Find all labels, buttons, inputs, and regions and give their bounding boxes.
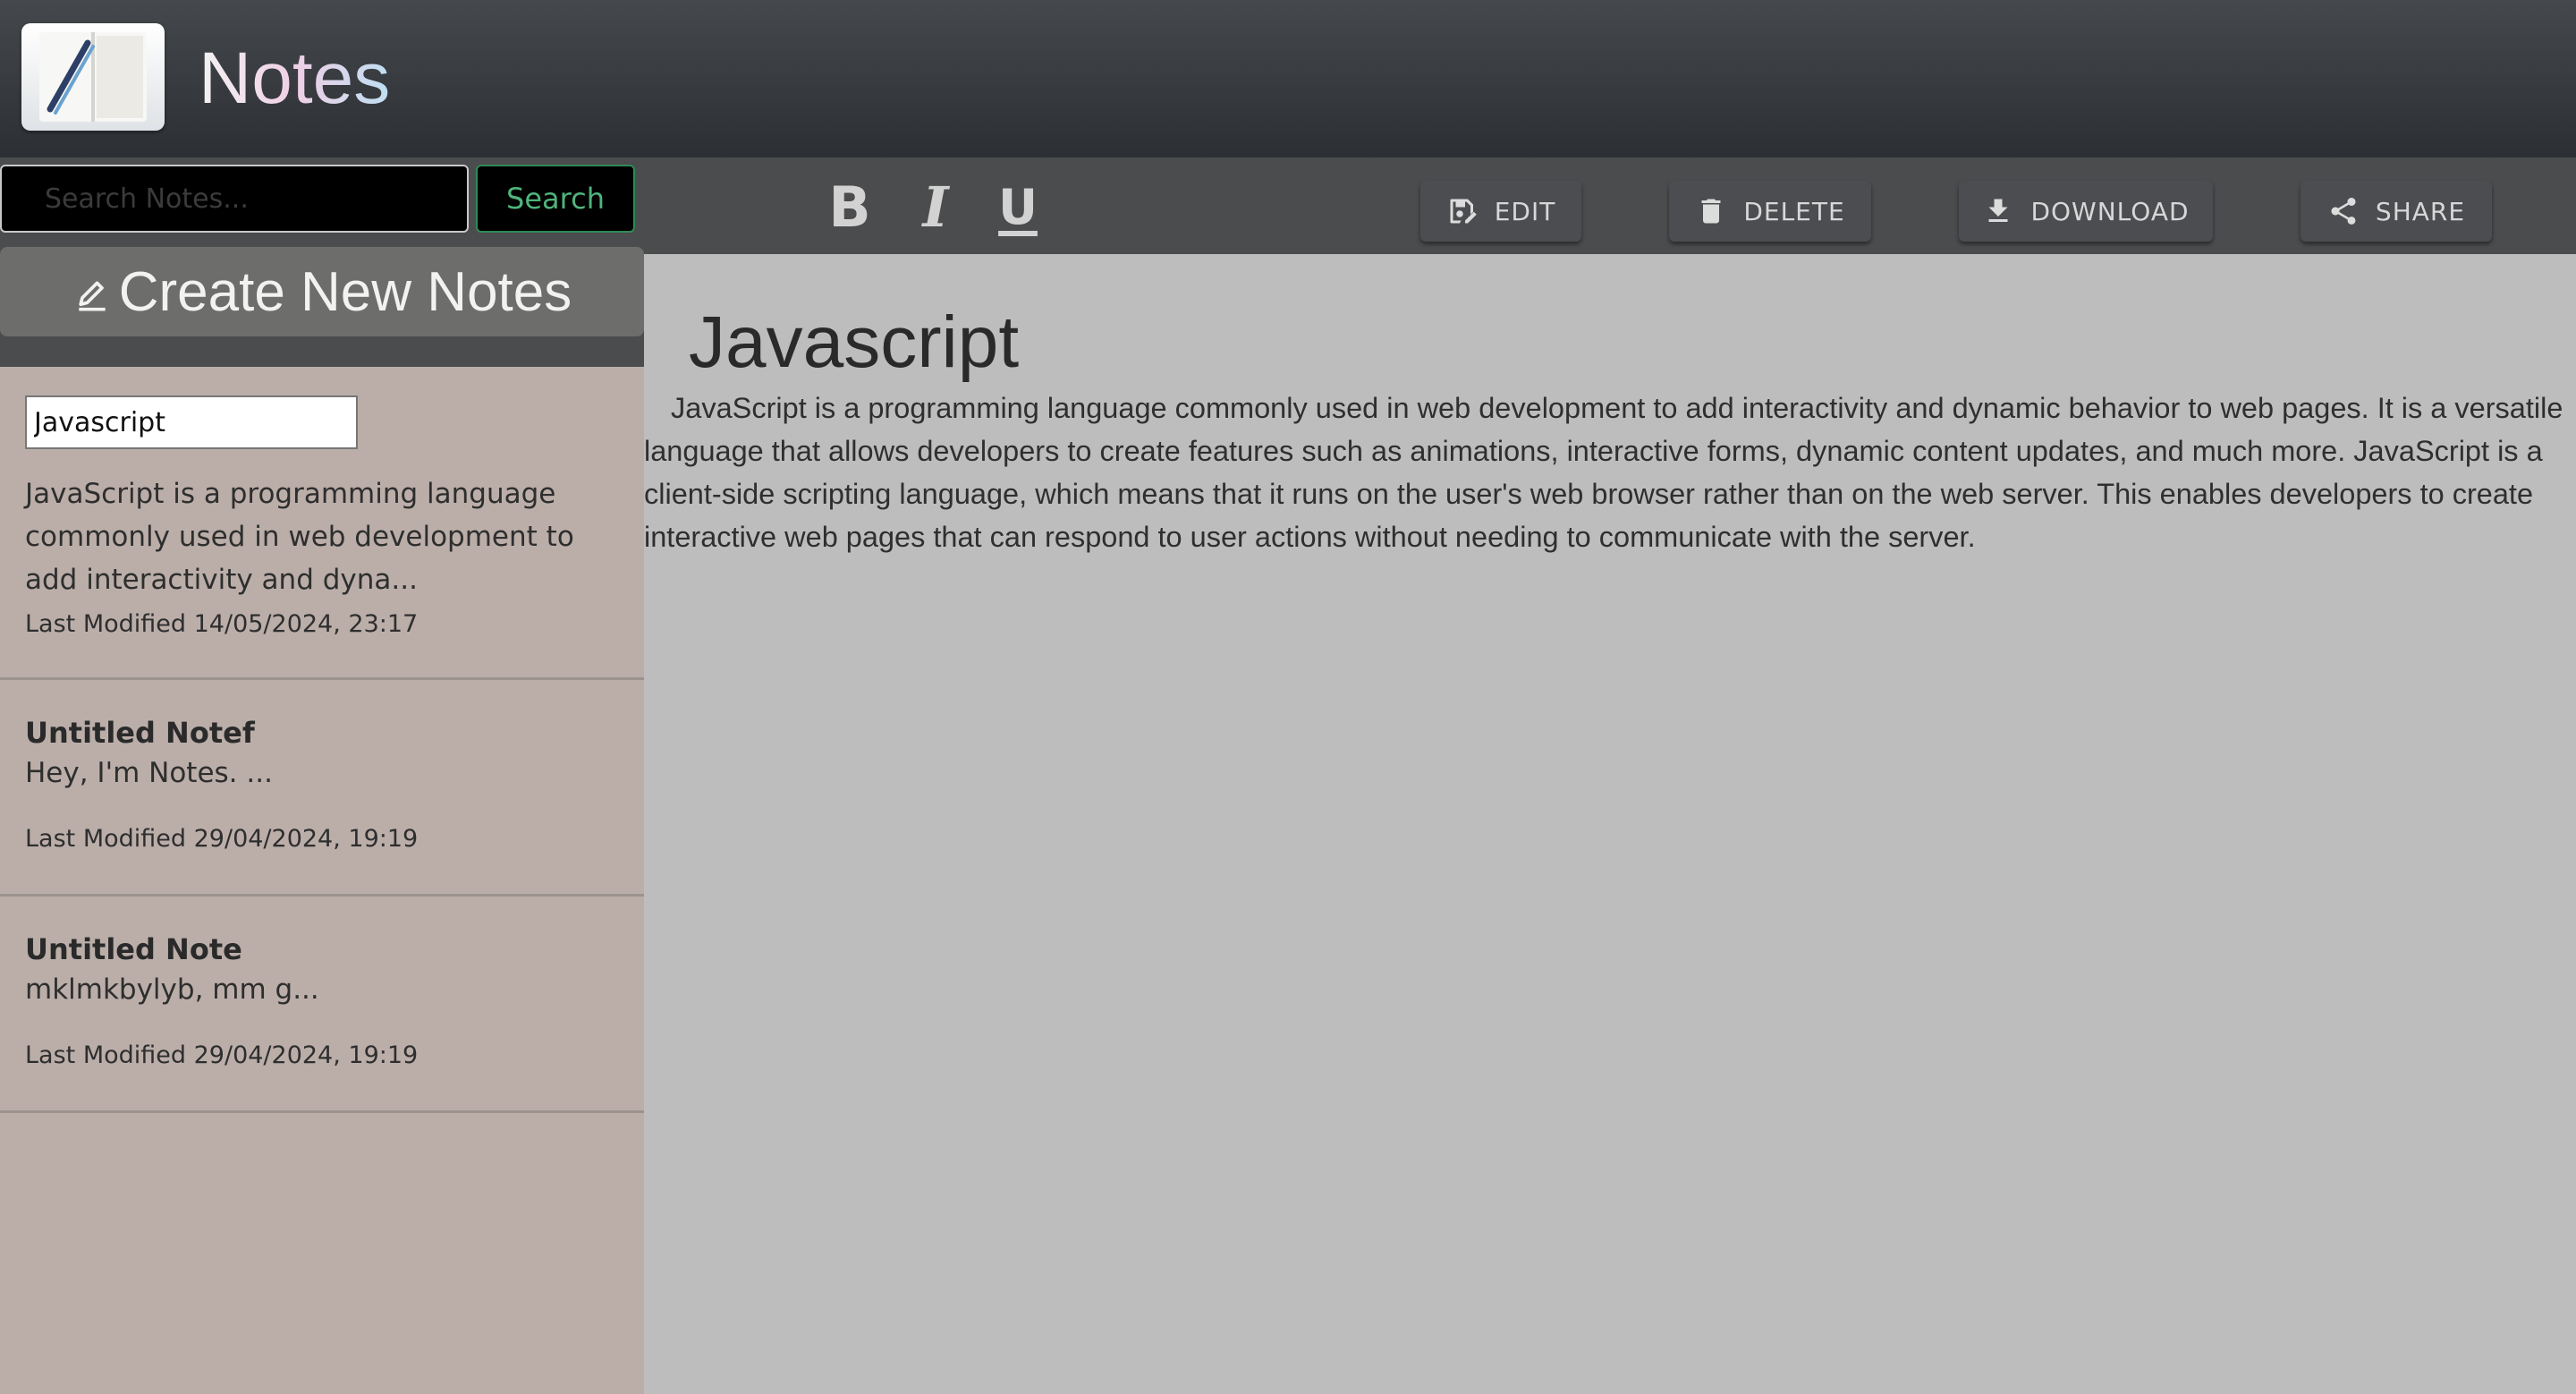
note-title-input[interactable] xyxy=(25,395,358,449)
edit-button-label: EDIT xyxy=(1494,196,1556,226)
create-note-button[interactable]: Create New Notes xyxy=(0,247,644,336)
notebook-pen-icon[interactable] xyxy=(21,23,165,131)
note-preview: Hey, I'm Notes. ... xyxy=(25,757,273,789)
note-heading: Javascript xyxy=(689,302,1020,383)
note-list-item[interactable]: JavaScript is a programming language com… xyxy=(0,367,644,680)
note-preview: mklmkbylyb, mm g... xyxy=(25,973,319,1006)
app-title: Notes xyxy=(199,36,390,122)
notes-list: JavaScript is a programming language com… xyxy=(0,367,644,1394)
edit-button[interactable]: EDIT xyxy=(1420,181,1581,242)
create-note-label: Create New Notes xyxy=(118,260,572,323)
note-editor[interactable]: Javascript JavaScript is a programming l… xyxy=(644,254,2576,1394)
pencil-icon xyxy=(79,281,106,311)
italic-button[interactable]: I xyxy=(907,180,964,235)
delete-button[interactable]: DELETE xyxy=(1669,181,1871,242)
download-button-label: DOWNLOAD xyxy=(2030,196,2190,226)
note-preview: JavaScript is a programming language com… xyxy=(25,478,574,596)
underline-button[interactable]: U xyxy=(989,181,1046,234)
search-input[interactable] xyxy=(0,165,469,233)
note-modified: Last Modified 14/05/2024, 23:17 xyxy=(25,610,419,638)
note-title: Untitled Note xyxy=(25,932,242,966)
note-modified: Last Modified 29/04/2024, 19:19 xyxy=(25,1041,419,1069)
trash-icon xyxy=(1701,199,1721,224)
share-icon xyxy=(2331,198,2356,225)
search-button[interactable]: Search xyxy=(476,165,635,233)
bold-button[interactable]: B xyxy=(821,180,878,235)
note-body[interactable]: JavaScript is a programming language com… xyxy=(644,387,2576,558)
share-button[interactable]: SHARE xyxy=(2301,181,2492,242)
save-edit-icon xyxy=(1450,199,1477,224)
note-list-item[interactable]: Untitled Notef Hey, I'm Notes. ... Last … xyxy=(0,680,644,897)
formatting-toolbar: B I U xyxy=(796,157,1055,254)
note-modified: Last Modified 29/04/2024, 19:19 xyxy=(25,825,419,853)
download-button[interactable]: DOWNLOAD xyxy=(1959,181,2213,242)
share-button-label: SHARE xyxy=(2375,196,2466,226)
download-icon xyxy=(1988,199,2008,222)
note-title: Untitled Notef xyxy=(25,716,255,750)
note-list-item[interactable]: Untitled Note mklmkbylyb, mm g... Last M… xyxy=(0,897,644,1113)
delete-button-label: DELETE xyxy=(1743,196,1845,226)
app-header: Notes xyxy=(0,0,2576,157)
